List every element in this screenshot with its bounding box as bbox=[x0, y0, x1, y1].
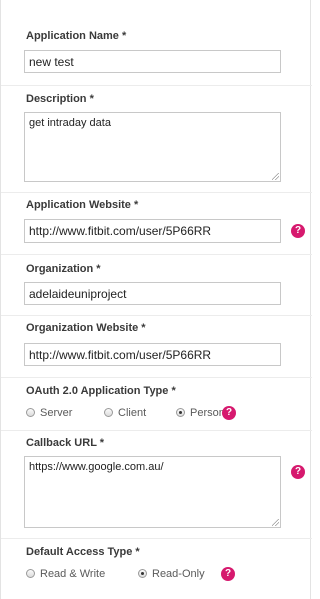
description-textarea[interactable]: get intraday data bbox=[24, 112, 281, 182]
app-name-label: Application Name * bbox=[26, 30, 127, 42]
divider bbox=[1, 538, 312, 539]
org-website-input[interactable] bbox=[24, 343, 281, 366]
access-type-radio-group: Read & Write Read-Only bbox=[26, 567, 296, 581]
option-label: Read & Write bbox=[40, 568, 106, 580]
divider bbox=[1, 192, 312, 193]
description-label: Description * bbox=[26, 93, 94, 105]
oauth-type-label: OAuth 2.0 Application Type * bbox=[26, 385, 176, 397]
radio-unchecked-icon[interactable] bbox=[26, 408, 35, 417]
help-icon[interactable]: ? bbox=[221, 567, 235, 581]
option-label: Server bbox=[40, 407, 73, 419]
app-website-input[interactable] bbox=[24, 219, 281, 243]
option-label: Read-Only bbox=[152, 568, 205, 580]
oauth-type-radio-group: Server Client Personal bbox=[26, 406, 296, 420]
divider bbox=[1, 315, 312, 316]
help-icon[interactable]: ? bbox=[291, 465, 305, 479]
application-form: Application Name * Description * get int… bbox=[0, 0, 312, 599]
radio-checked-icon[interactable] bbox=[176, 408, 185, 417]
radio-unchecked-icon[interactable] bbox=[104, 408, 113, 417]
callback-url-textarea[interactable]: https://www.google.com.au/ bbox=[24, 456, 281, 528]
divider bbox=[1, 85, 312, 86]
radio-checked-icon[interactable] bbox=[138, 569, 147, 578]
divider bbox=[1, 430, 312, 431]
app-website-label: Application Website * bbox=[26, 199, 139, 211]
org-website-label: Organization Website * bbox=[26, 322, 146, 334]
option-label: Client bbox=[118, 407, 147, 419]
access-type-label: Default Access Type * bbox=[26, 546, 140, 558]
callback-url-label: Callback URL * bbox=[26, 437, 105, 449]
radio-unchecked-icon[interactable] bbox=[26, 569, 35, 578]
help-icon[interactable]: ? bbox=[222, 406, 236, 420]
help-icon[interactable]: ? bbox=[291, 224, 305, 238]
divider bbox=[1, 377, 312, 378]
organization-label: Organization * bbox=[26, 263, 101, 275]
divider bbox=[1, 254, 312, 255]
organization-input[interactable] bbox=[24, 282, 281, 305]
resize-grip-icon[interactable] bbox=[272, 519, 279, 526]
app-name-input[interactable] bbox=[24, 50, 281, 73]
resize-grip-icon[interactable] bbox=[272, 173, 279, 180]
